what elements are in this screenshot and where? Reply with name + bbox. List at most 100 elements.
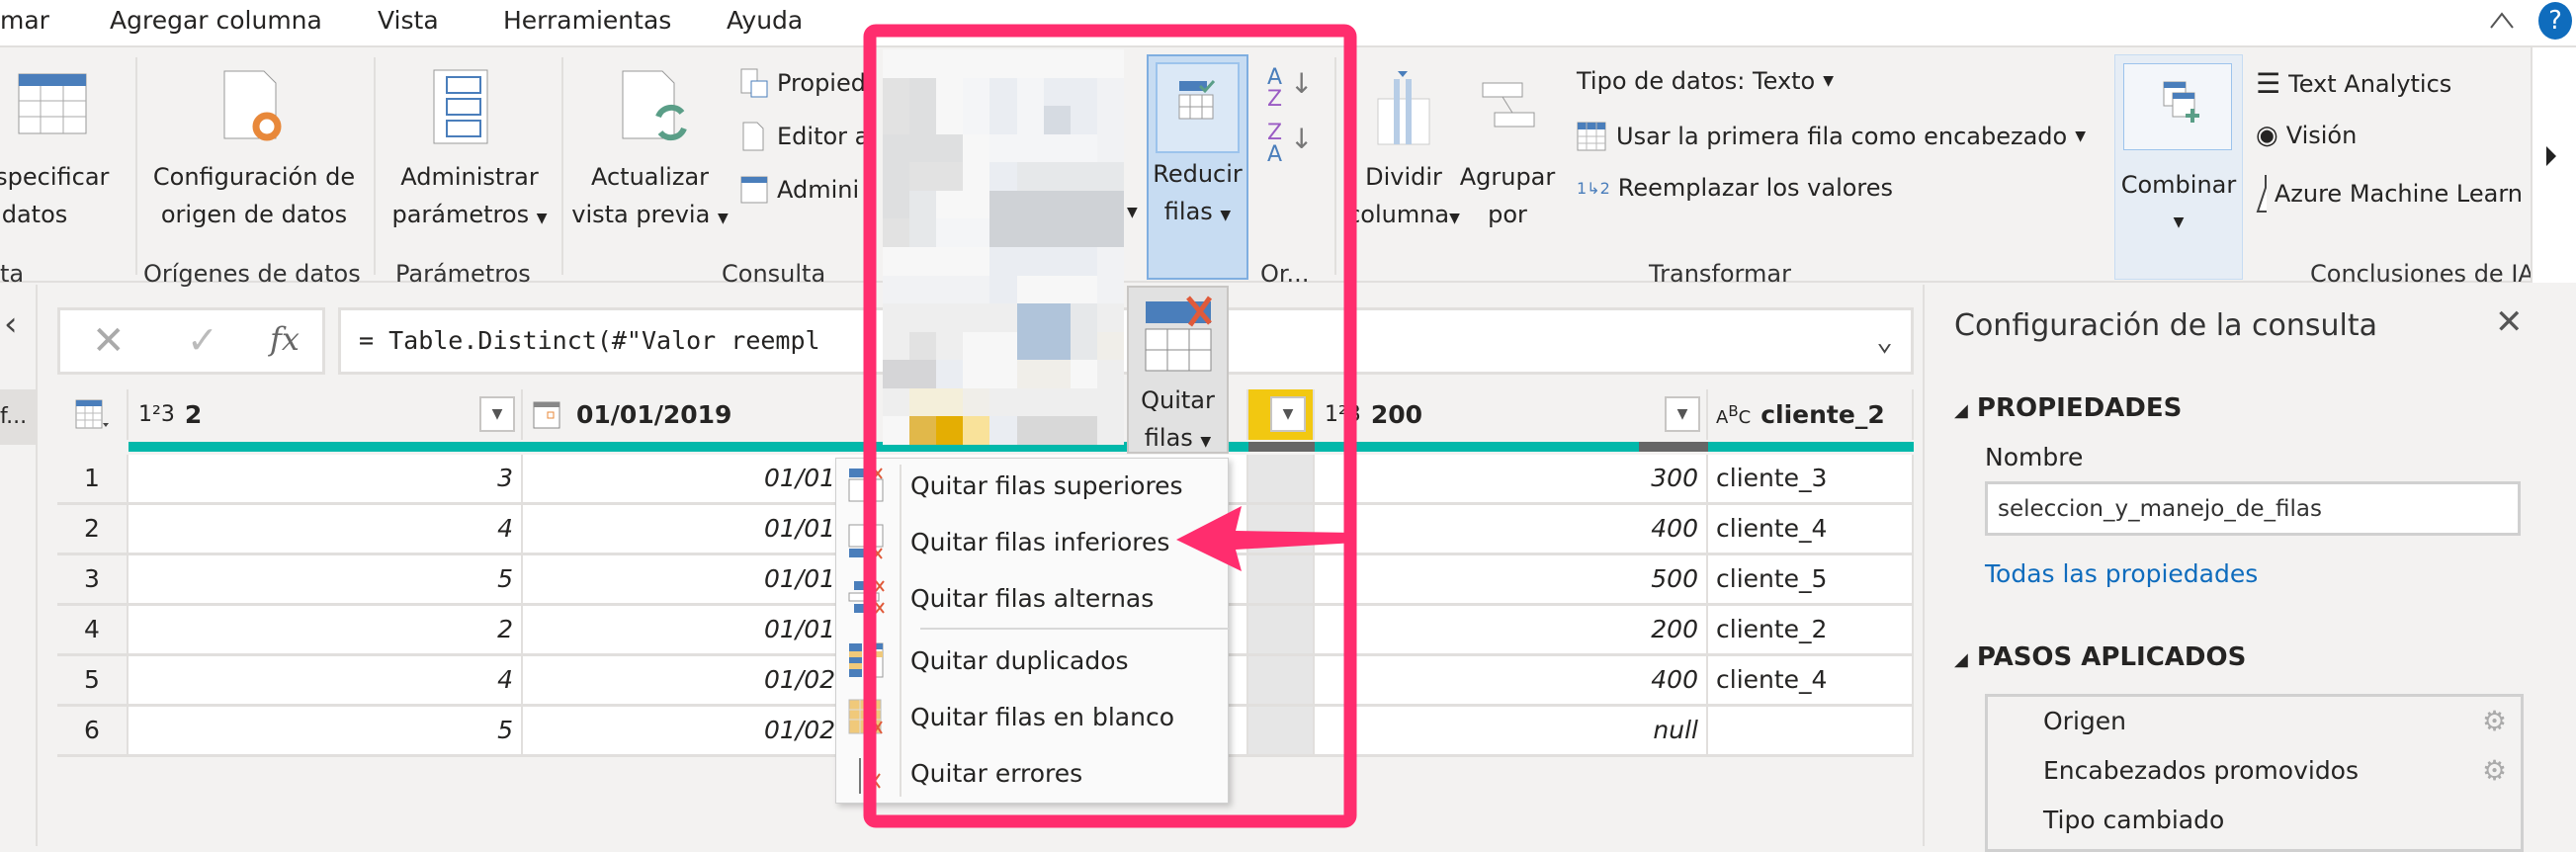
azure-ml-button[interactable]: Azure Machine Learn	[2256, 174, 2523, 213]
menu-item[interactable]: Quitar errores	[836, 746, 1228, 802]
menu-ayuda[interactable]: Ayuda	[727, 6, 803, 35]
chevron-left-icon[interactable]: ‹	[4, 304, 18, 344]
menu-item[interactable]: Quitar filas superiores	[836, 459, 1228, 514]
ribbon-scroll-right[interactable]	[2531, 47, 2576, 283]
label: Reemplazar los valores	[1617, 174, 1894, 202]
check-icon[interactable]: ✓	[187, 318, 218, 362]
menu-item[interactable]: Quitar duplicados	[836, 634, 1228, 689]
cell[interactable]: 4	[129, 505, 523, 553]
agrupar-por-button[interactable]: Agrupar por	[1458, 158, 1557, 233]
collapse-ribbon-icon[interactable]	[2489, 10, 2515, 30]
combinar-button[interactable]: Combinar ▼	[2114, 54, 2243, 280]
administrar-button[interactable]: Admini	[739, 174, 859, 206]
reemplazar-valores-button[interactable]: 1↳2 Reemplazar los valores	[1577, 174, 1893, 202]
cell[interactable]: cliente_4	[1708, 505, 1914, 553]
cell[interactable]: cliente_2	[1708, 606, 1914, 653]
column-filter-button[interactable]: ▼	[1270, 396, 1306, 432]
step-item[interactable]: Tipo cambiado	[2043, 806, 2224, 834]
pasos-header[interactable]: ◢ PASOS APLICADOS	[1954, 642, 2246, 672]
label: columna	[1347, 201, 1450, 228]
vision-button[interactable]: ◉ Visión	[2256, 121, 2357, 150]
column-header[interactable]: ABC cliente_2	[1708, 389, 1914, 440]
cell[interactable]: 300	[1315, 455, 1708, 502]
blur-block	[936, 49, 964, 78]
cell[interactable]: cliente_5	[1708, 555, 1914, 603]
menu-item[interactable]: Quitar filas inferiores	[836, 515, 1228, 570]
quitar-filas-button[interactable]: Quitar filas ▼	[1127, 286, 1229, 454]
row-number[interactable]: 1	[57, 455, 129, 502]
cell[interactable]: 5	[129, 555, 523, 603]
step-item[interactable]: Origen	[2043, 707, 2126, 735]
administrar-parametros-button[interactable]: Administrar parámetros ▼	[381, 158, 558, 237]
cell[interactable]: 3	[129, 455, 523, 502]
propiedades-header[interactable]: ◢ PROPIEDADES	[1954, 393, 2182, 423]
cell[interactable]: 400	[1315, 656, 1708, 704]
cell[interactable]: 400	[1315, 505, 1708, 553]
cell[interactable]: 200	[1315, 606, 1708, 653]
sort-descending-icon[interactable]: ZA	[1267, 123, 1282, 166]
cell[interactable]	[1248, 505, 1315, 553]
expand-formula-icon[interactable]: ⌄	[1876, 310, 1893, 372]
cancel-icon[interactable]: ✕	[92, 318, 126, 364]
pixelated-region	[883, 49, 1124, 445]
menu-herramientas[interactable]: Herramientas	[503, 6, 671, 35]
help-button[interactable]: ?	[2538, 2, 2572, 40]
cell[interactable]: cliente_3	[1708, 455, 1914, 502]
text-analytics-button[interactable]: ☰ Text Analytics	[2256, 67, 2451, 100]
nombre-label: Nombre	[1985, 443, 2084, 471]
configuracion-origen-button[interactable]: Configuración de origen de datos	[140, 158, 368, 233]
query-tab[interactable]: f...	[0, 389, 36, 445]
blur-block	[909, 133, 937, 163]
cell[interactable]: 2	[129, 606, 523, 653]
label: Actualizar	[590, 163, 710, 191]
row-number[interactable]: 5	[57, 656, 129, 704]
menu-agregar-columna[interactable]: Agregar columna	[110, 6, 322, 35]
cell[interactable]: null	[1315, 707, 1708, 754]
menu-item[interactable]: Quitar filas alternas	[836, 571, 1228, 627]
row-number[interactable]: 3	[57, 555, 129, 603]
usar-primera-fila-button[interactable]: Usar la primera fila como encabezado ▼	[1577, 121, 2086, 152]
column-filter-button[interactable]: ▼	[1665, 396, 1700, 432]
gear-icon[interactable]: ⚙	[2482, 754, 2507, 787]
menu-transformar[interactable]: mar	[0, 6, 49, 35]
editor-avanzado-button[interactable]: Editor a	[739, 121, 869, 152]
caret-down-icon: ▼	[2075, 128, 2086, 144]
cell[interactable]: 500	[1315, 555, 1708, 603]
step-item[interactable]: Encabezados promovidos	[2043, 756, 2359, 785]
column-filter-button[interactable]: ▼	[479, 396, 515, 432]
column-header[interactable]: 1²3 200 ▼	[1315, 389, 1708, 440]
cell[interactable]	[1708, 707, 1914, 754]
column-header[interactable]: 1²3 2 ▼	[129, 389, 523, 440]
propiedades-button[interactable]: Propied	[739, 67, 866, 99]
cell[interactable]	[1248, 606, 1315, 653]
sort-ascending-icon[interactable]: AZ	[1267, 67, 1282, 111]
reducir-filas-button[interactable]: Reducir filas ▼	[1147, 54, 1248, 280]
cell[interactable]	[1248, 656, 1315, 704]
cell[interactable]: 4	[129, 656, 523, 704]
especificar-datos-button[interactable]: Especificar datos	[0, 158, 109, 233]
formula-input[interactable]: = Table.Distinct(#"Valor reempl ⌄	[338, 307, 1914, 375]
column-header-selected[interactable]: ▼	[1248, 389, 1315, 440]
cell[interactable]	[1248, 455, 1315, 502]
cell[interactable]: 5	[129, 707, 523, 754]
label: Combinar	[2120, 171, 2237, 199]
table-menu-button[interactable]	[57, 389, 129, 440]
close-icon[interactable]: ✕	[2495, 302, 2524, 342]
gear-icon[interactable]: ⚙	[2482, 705, 2507, 737]
menu-vista[interactable]: Vista	[378, 6, 439, 35]
cell[interactable]: cliente_4	[1708, 656, 1914, 704]
row-number[interactable]: 4	[57, 606, 129, 653]
tipo-datos-dropdown[interactable]: Tipo de datos: Texto ▼	[1577, 67, 1834, 95]
row-number[interactable]: 6	[57, 707, 129, 754]
actualizar-vista-previa-button[interactable]: Actualizar vista previa ▼	[563, 158, 736, 237]
remove-rows-variant-icon	[848, 468, 884, 502]
cell[interactable]	[1248, 707, 1315, 754]
menu-item[interactable]: Quitar filas en blanco	[836, 690, 1228, 745]
cell[interactable]	[1248, 555, 1315, 603]
nombre-input[interactable]	[1985, 481, 2521, 536]
dividir-columna-button[interactable]: Dividir columna▼	[1344, 158, 1463, 237]
todas-propiedades-link[interactable]: Todas las propiedades	[1985, 559, 2258, 588]
fx-icon[interactable]: fx	[270, 320, 300, 358]
row-number[interactable]: 2	[57, 505, 129, 553]
blur-block	[1096, 190, 1124, 219]
